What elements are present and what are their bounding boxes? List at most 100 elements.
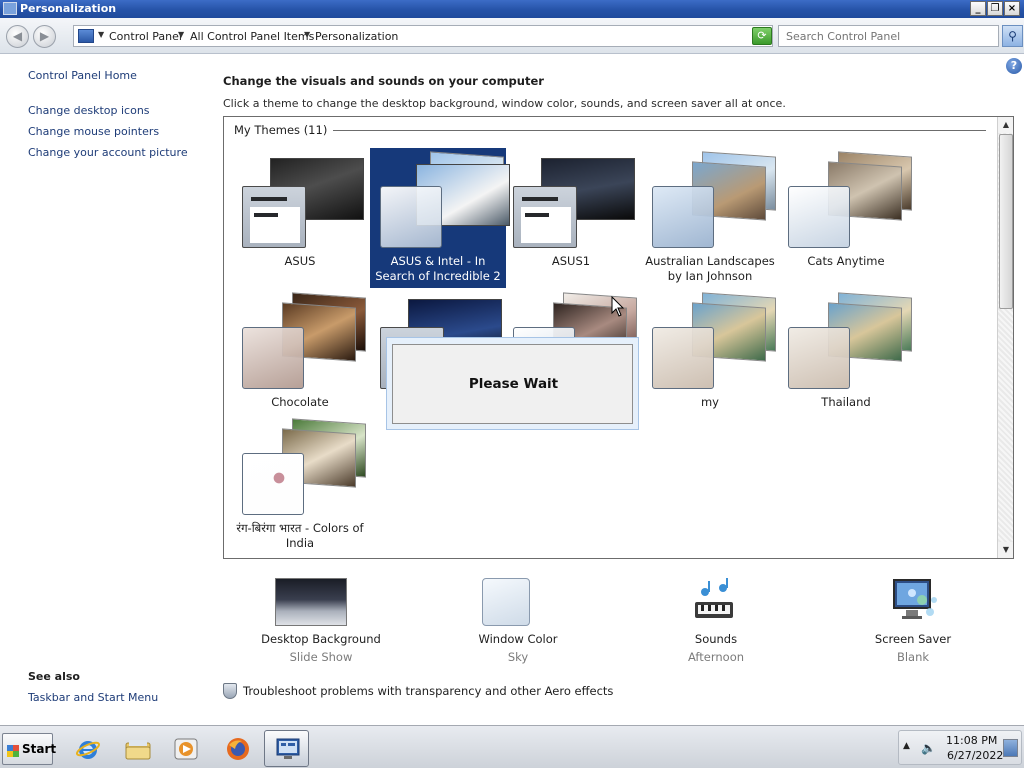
- search-input[interactable]: [779, 26, 979, 46]
- forward-button[interactable]: ▶: [33, 25, 56, 48]
- setting-label: Screen Saver: [874, 632, 952, 646]
- control-panel-icon: [78, 29, 94, 43]
- theme-preview: [242, 418, 366, 521]
- taskbar-firefox[interactable]: [214, 730, 259, 767]
- start-label: Start: [22, 742, 57, 756]
- theme-thailand[interactable]: Thailand: [778, 289, 914, 429]
- setting-label: Desktop Background: [261, 632, 381, 646]
- chevron-down-icon[interactable]: ▼: [98, 30, 104, 39]
- theme-name: ASUS: [284, 254, 316, 268]
- theme-name: Thailand: [821, 395, 871, 409]
- address-toolbar: ◀ ▶ ▼ Control Panel ▼ All Control Panel …: [0, 18, 1024, 54]
- setting-value: Blank: [896, 650, 930, 664]
- sounds-icon: [695, 578, 733, 618]
- clock-time[interactable]: 11:08 PM: [946, 734, 997, 747]
- window-preview-icon: [513, 186, 577, 248]
- chevron-down-icon[interactable]: ▼: [178, 30, 184, 39]
- minimize-button[interactable]: _: [970, 1, 986, 16]
- change-desktop-icons-link[interactable]: Change desktop icons: [28, 104, 150, 117]
- theme-preview: [242, 292, 366, 395]
- left-pane: Control Panel Home Change desktop icons …: [0, 55, 210, 725]
- clock-date[interactable]: 6/27/2022: [947, 749, 1003, 762]
- window-color-setting[interactable]: Window Color Sky: [453, 578, 583, 668]
- personalization-icon: [3, 2, 17, 15]
- taskbar-media-player[interactable]: [162, 730, 207, 767]
- vertical-scrollbar[interactable]: ▲ ▼: [997, 117, 1013, 558]
- please-wait-dialog: Please Wait: [386, 337, 639, 430]
- taskbar: Start ▲ 🔈 11:08 PM 6/27/2022: [0, 725, 1024, 768]
- theme-chocolate[interactable]: Chocolate: [232, 289, 368, 429]
- media-player-icon: [174, 738, 198, 760]
- volume-icon[interactable]: 🔈: [921, 741, 936, 755]
- chevron-down-icon[interactable]: ▼: [304, 30, 310, 39]
- theme-preview: [788, 292, 912, 395]
- search-box[interactable]: [778, 25, 999, 47]
- screen-saver-setting[interactable]: Screen Saver Blank: [848, 578, 978, 668]
- troubleshoot-link[interactable]: Troubleshoot problems with transparency …: [243, 684, 613, 698]
- theme-preview: [788, 151, 912, 254]
- scroll-thumb[interactable]: [999, 134, 1013, 309]
- desktop-background-setting[interactable]: Desktop Background Slide Show: [256, 578, 386, 668]
- my-themes-header: My Themes (11): [234, 123, 334, 137]
- theme-asus-intel[interactable]: ASUS & Intel - In Search of Incredible 2: [370, 148, 510, 288]
- window-preview-icon: [380, 186, 442, 248]
- mouse-cursor-icon: [611, 296, 625, 317]
- sounds-setting[interactable]: Sounds Afternoon: [651, 578, 781, 668]
- crumb-personalization[interactable]: Personalization: [315, 30, 398, 43]
- window-color-icon: [482, 578, 530, 626]
- theme-colors-of-india[interactable]: रंग-बिरंगा भारत - Colors of India: [232, 415, 368, 555]
- theme-name: my: [700, 395, 719, 409]
- title-bar: Personalization _ ❐ ×: [0, 0, 1024, 18]
- theme-name: ASUS & Intel - In Search of Incredible 2: [375, 254, 501, 283]
- restore-button[interactable]: ❐: [987, 1, 1003, 16]
- theme-name: रंग-बिरंगा भारत - Colors of India: [236, 521, 364, 550]
- theme-cats-anytime[interactable]: Cats Anytime: [778, 148, 914, 288]
- theme-preview: [242, 154, 364, 254]
- action-center-icon[interactable]: [1003, 739, 1018, 757]
- taskbar-internet-explorer[interactable]: [64, 730, 109, 767]
- control-panel-home-link[interactable]: Control Panel Home: [28, 69, 137, 82]
- shield-icon: [223, 683, 237, 699]
- setting-label: Window Color: [478, 632, 558, 646]
- scroll-down-icon[interactable]: ▼: [998, 542, 1013, 558]
- firefox-icon: [227, 738, 249, 760]
- desktop-background-icon: [275, 578, 347, 626]
- theme-name: Chocolate: [271, 395, 329, 409]
- window-preview-icon: [242, 453, 304, 515]
- taskbar-windows-explorer[interactable]: [114, 730, 159, 767]
- theme-my[interactable]: my: [642, 289, 778, 429]
- window-preview-icon: [242, 186, 306, 248]
- taskbar-control-panel[interactable]: [264, 730, 309, 767]
- theme-australian-landscapes[interactable]: Australian Landscapes by Ian Johnson: [642, 148, 778, 288]
- change-mouse-pointers-link[interactable]: Change mouse pointers: [28, 125, 159, 138]
- scroll-up-icon[interactable]: ▲: [998, 117, 1013, 133]
- internet-explorer-icon: [75, 741, 101, 759]
- start-button[interactable]: Start: [2, 733, 57, 765]
- taskbar-start-menu-link[interactable]: Taskbar and Start Menu: [28, 691, 158, 704]
- system-tray: ▲ 🔈 11:08 PM 6/27/2022: [898, 730, 1022, 765]
- close-button[interactable]: ×: [1004, 1, 1020, 16]
- theme-asus1[interactable]: ASUS1: [503, 148, 639, 288]
- theme-preview: [513, 154, 635, 254]
- show-hidden-icons-icon[interactable]: ▲: [903, 741, 910, 751]
- window-title: Personalization: [20, 2, 117, 15]
- page-title: Change the visuals and sounds on your co…: [223, 74, 544, 88]
- crumb-all-items[interactable]: All Control Panel Items: [190, 30, 314, 43]
- refresh-icon[interactable]: ⟳: [752, 27, 772, 45]
- back-button[interactable]: ◀: [6, 25, 29, 48]
- windows-explorer-icon: [125, 740, 151, 760]
- theme-preview: [652, 151, 776, 254]
- page-description: Click a theme to change the desktop back…: [223, 97, 786, 110]
- theme-preview: [652, 292, 776, 395]
- window-preview-icon: [652, 186, 714, 248]
- breadcrumb[interactable]: ▼ Control Panel ▼ All Control Panel Item…: [73, 25, 813, 47]
- setting-label: Sounds: [694, 632, 738, 646]
- change-account-picture-link[interactable]: Change your account picture: [28, 146, 188, 159]
- crumb-control-panel[interactable]: Control Panel: [109, 30, 182, 43]
- search-icon[interactable]: ⚲: [1002, 25, 1023, 47]
- screen-saver-icon: [893, 579, 937, 619]
- theme-name: Cats Anytime: [807, 254, 885, 268]
- theme-name: Australian Landscapes by Ian Johnson: [645, 254, 775, 283]
- theme-asus[interactable]: ASUS: [232, 148, 368, 288]
- help-icon[interactable]: ?: [1006, 58, 1022, 74]
